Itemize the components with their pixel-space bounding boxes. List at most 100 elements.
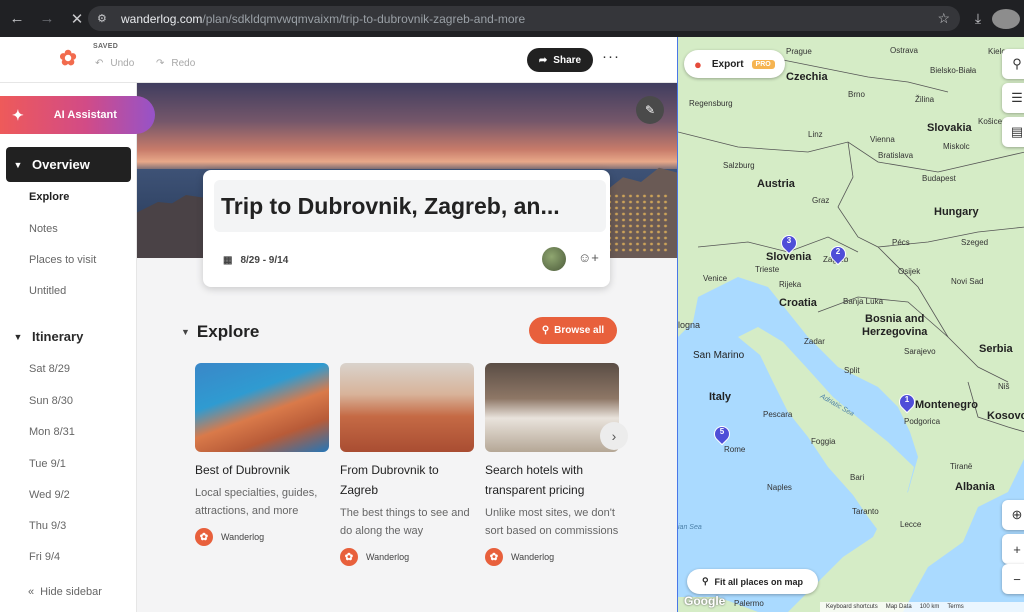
map-attribution: Keyboard shortcuts Map Data 100 km Terms [820,602,1024,612]
crosshair-icon: ⊕ [1011,507,1023,522]
map-label-city: Tiranë [950,462,973,471]
trip-map[interactable]: Czechia Austria Slovakia Hungary Sloveni… [677,37,1024,612]
forward-icon[interactable]: → [34,6,60,32]
map-label-city: Zadar [804,337,825,346]
more-options-button[interactable]: ··· [602,48,620,65]
redo-label: Redo [171,58,196,69]
sidebar-section-overview[interactable]: ▼ Overview [6,147,131,182]
add-user-icon[interactable]: ☺+ [578,250,599,265]
fit-all-places-button[interactable]: ⚲ Fit all places on map [687,569,818,594]
map-label-city: Naples [767,483,792,492]
google-maps-pin-icon: ● [694,56,702,72]
hide-sidebar-label: Hide sidebar [40,586,102,598]
sidebar-section-itinerary[interactable]: ▼ Itinerary [6,319,131,354]
sidebar-day-item[interactable]: Sun 8/30 [29,395,73,407]
map-layers-button[interactable]: ☰ [1002,83,1024,113]
map-label-country: Czechia [786,71,828,83]
sidebar-day-item[interactable]: Tue 9/1 [29,458,66,470]
share-arrow-icon: ➦ [538,54,548,66]
zoom-out-button[interactable]: − [1002,564,1024,594]
chevron-down-icon: ▼ [181,327,190,337]
pro-badge: PRO [751,59,775,69]
sidebar-day-item[interactable]: Wed 9/2 [29,489,70,501]
sidebar-item-untitled[interactable]: Untitled [29,285,66,297]
profile-avatar[interactable] [992,8,1020,29]
browser-toolbar: ← → ✕ ⚙ wanderlog.com/plan/sdkldqmvwqmva… [0,0,1024,37]
sidebar-day-item[interactable]: Thu 9/3 [29,520,66,532]
search-icon: ⚲ [1012,56,1022,71]
address-bar[interactable]: ⚙ wanderlog.com/plan/sdkldqmvwqmvaixm/tr… [88,6,960,31]
map-label-city: Banja Luka [843,297,884,306]
browse-all-button[interactable]: ⚲ Browse all [529,317,617,344]
map-label-city: Venice [703,274,728,283]
back-icon[interactable]: ← [4,6,30,32]
pencil-icon: ✎ [644,103,656,117]
map-label-country: Montenegro [915,399,978,411]
edit-cover-button[interactable]: ✎ [636,96,664,124]
sidebar-day-item[interactable]: Sat 8/29 [29,363,70,375]
map-label-country: Bosnia and [865,313,925,325]
wanderlog-logo-icon[interactable]: ✿ [56,47,80,71]
trip-title: Trip to Dubrovnik, Zagreb, an... [221,193,560,219]
keyboard-shortcuts-link[interactable]: Keyboard shortcuts [826,604,878,610]
map-land [678,37,1024,612]
sidebar-day-item[interactable]: Mon 8/31 [29,426,75,438]
share-label: Share [553,54,582,66]
carousel-next-button[interactable]: › [600,422,628,450]
wanderlog-logo-icon: ✿ [340,548,358,566]
map-pin[interactable]: 1 [895,390,919,414]
map-label-city: Budapest [922,174,956,183]
trip-title-field[interactable]: Trip to Dubrovnik, Zagreb, an... [214,180,606,232]
trip-dates-button[interactable]: ▦ 8/29 - 9/14 [223,255,288,266]
card-source: ✿ Wanderlog [195,528,329,546]
chevron-right-icon: › [611,428,617,444]
map-pin[interactable]: 5 [710,422,734,446]
zoom-in-button[interactable]: + [1002,534,1024,564]
stop-loading-icon[interactable]: ✕ [64,6,90,32]
terms-link[interactable]: Terms [947,604,963,610]
sidebar-item-explore[interactable]: Explore [29,191,69,203]
card-description: The best things to see and do along the … [340,507,470,537]
map-label-city: Ostrava [890,46,919,55]
export-map-button[interactable]: ● Export PRO [684,50,785,78]
main-content: ✎ Trip to Dubrovnik, Zagreb, an... ▦ 8/2… [137,83,677,612]
bookmark-star-icon[interactable]: ☆ [937,10,950,27]
my-location-button[interactable]: ⊕ [1002,500,1024,530]
map-label-city: Podgorica [904,417,941,426]
map-label-city: Lecce [900,520,922,529]
map-hotels-button[interactable]: ▤ [1002,117,1024,147]
undo-button[interactable]: ↶ Undo [95,58,134,69]
download-icon[interactable]: ⤓ [964,10,992,27]
redo-button[interactable]: ↷ Redo [156,58,195,69]
share-button[interactable]: ➦ Share [527,48,593,72]
sidebar-item-notes[interactable]: Notes [29,223,58,235]
undo-label: Undo [110,58,135,69]
card-image-hotel [485,363,619,452]
map-label-city: Košice [978,117,1003,126]
card-image-dubrovnik [195,363,329,452]
map-label-city: Prague [786,47,812,56]
explore-card[interactable]: Best of Dubrovnik Local specialties, gui… [195,363,329,546]
map-data-link[interactable]: Map Data [886,604,912,610]
map-label-city: logna [678,320,701,330]
hide-sidebar-button[interactable]: « Hide sidebar [28,586,102,598]
sidebar-item-places-to-visit[interactable]: Places to visit [29,254,96,266]
ai-assistant-button[interactable]: ✦ AI Assistant [0,96,155,134]
minus-icon: − [1013,571,1021,587]
explore-heading: Explore [196,322,260,341]
explore-card[interactable]: From Dubrovnik to Zagreb The best things… [340,363,474,566]
explore-card[interactable]: Search hotels with transparent pricing U… [485,363,619,566]
site-info-icon[interactable]: ⚙ [97,12,111,25]
sidebar: ✦ AI Assistant ▼ Overview Explore Notes … [0,83,155,612]
avatar[interactable] [542,247,566,271]
map-label-city: Split [844,366,860,375]
map-label-country: Serbia [979,343,1013,355]
map-search-button[interactable]: ⚲ [1002,49,1024,79]
sidebar-day-item[interactable]: Fri 9/4 [29,551,60,563]
map-label-country: Croatia [779,297,817,309]
map-pin[interactable]: 3 [777,231,801,255]
map-pin-number: 3 [786,236,792,245]
explore-section-header[interactable]: ▼ Explore [181,322,259,342]
map-label-city: Linz [808,130,823,139]
map-pin[interactable]: 2 [826,242,850,266]
